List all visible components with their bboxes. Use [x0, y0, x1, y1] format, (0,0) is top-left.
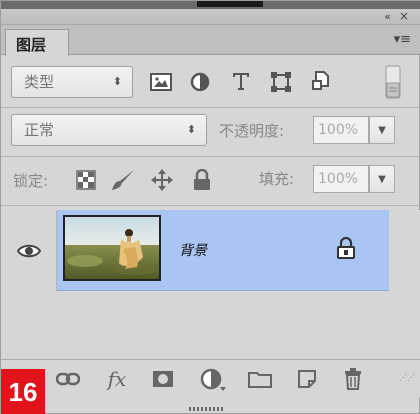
layer-visibility-toggle[interactable]: [1, 210, 57, 291]
fill-dropdown-button[interactable]: ▼: [369, 165, 395, 193]
eye-icon: [16, 244, 41, 257]
fill-value: 100%: [318, 171, 359, 187]
adjustment-filter-icon[interactable]: [189, 71, 211, 93]
chevron-down-icon: ▼: [378, 174, 386, 185]
double-chevron-icon: «: [384, 10, 391, 23]
filter-kind-label: 类型: [24, 73, 55, 91]
lock-icon: [337, 236, 355, 263]
panel-menu-icon: ▾≡: [393, 32, 411, 47]
filter-kind-dropdown[interactable]: 类型 ⬍: [11, 66, 133, 98]
fill-input[interactable]: 100%: [313, 165, 369, 193]
up-down-arrows-icon: ⬍: [112, 75, 122, 88]
opacity-label: 不透明度:: [219, 122, 285, 140]
fill-label: 填充:: [259, 170, 295, 188]
opacity-input[interactable]: 100%: [313, 116, 369, 144]
lock-all-icon[interactable]: [191, 167, 213, 193]
layer-list: 背景: [1, 210, 420, 360]
lock-label: 锁定:: [13, 172, 49, 190]
divider: [1, 107, 420, 108]
lock-position-icon[interactable]: [149, 167, 175, 193]
lock-transparent-pixels-icon[interactable]: [75, 169, 97, 191]
fx-icon: fx: [107, 367, 127, 391]
opacity-dropdown-button[interactable]: ▼: [369, 116, 395, 144]
tab-layers-label: 图层: [16, 36, 47, 54]
new-layer-icon[interactable]: [295, 368, 319, 390]
layer-style-button[interactable]: fx: [103, 366, 131, 392]
divider: [1, 205, 420, 206]
lock-image-pixels-icon[interactable]: [109, 167, 137, 193]
filter-toggle-switch[interactable]: [383, 65, 403, 99]
close-icon: ×: [398, 9, 409, 23]
layer-name[interactable]: 背景: [179, 240, 207, 260]
link-layers-icon[interactable]: [55, 369, 81, 389]
type-filter-icon[interactable]: [229, 69, 253, 93]
opacity-value: 100%: [318, 122, 359, 138]
blend-mode-label: 正常: [24, 121, 55, 139]
window-top-strip: [1, 1, 420, 9]
layer-row[interactable]: 背景: [1, 210, 389, 291]
image-filter-icon[interactable]: [149, 71, 173, 93]
layer-list-scrollbar[interactable]: [389, 210, 420, 360]
close-panel-button[interactable]: ×: [399, 9, 409, 23]
collapse-panel-button[interactable]: «: [384, 10, 391, 23]
tab-layers[interactable]: 图层: [5, 29, 69, 56]
add-mask-icon[interactable]: [151, 368, 175, 390]
layers-bottom-toolbar: fx: [1, 359, 420, 397]
panel-titlebar: « ×: [1, 9, 420, 25]
resize-corner-grip[interactable]: ⋰⋰: [399, 373, 415, 382]
chevron-down-icon: ▼: [378, 125, 386, 136]
divider: [1, 156, 420, 157]
up-down-arrows-icon: ⬍: [186, 123, 196, 136]
window-notch: [197, 1, 263, 7]
panel-menu-button[interactable]: ▾≡: [394, 32, 411, 47]
blend-mode-dropdown[interactable]: 正常 ⬍: [11, 114, 207, 146]
step-number-badge: 16: [1, 369, 45, 414]
new-group-icon[interactable]: [247, 368, 273, 390]
panel-resize-handle[interactable]: [189, 397, 229, 411]
layer-thumbnail: [63, 215, 161, 281]
layers-panel: « × 图层 ▾≡ 类型 ⬍ 正常 ⬍ 不透明度: 100% ▼ 锁定: 填充:…: [0, 0, 420, 414]
new-adjustment-layer-icon[interactable]: [199, 367, 227, 393]
smart-object-filter-icon[interactable]: [309, 69, 333, 93]
shape-filter-icon[interactable]: [269, 70, 293, 94]
tab-row: 图层 ▾≡: [1, 25, 420, 56]
delete-layer-icon[interactable]: [341, 366, 365, 392]
